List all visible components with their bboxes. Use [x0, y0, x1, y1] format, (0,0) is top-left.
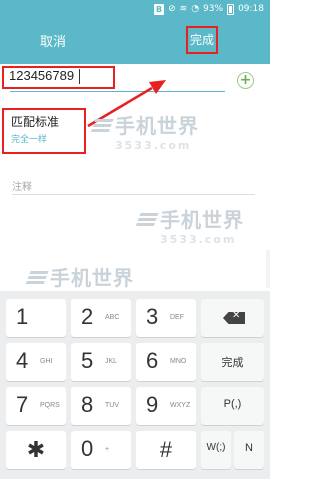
key-8[interactable]: 8 TUV — [71, 387, 131, 425]
battery-percent: 93% — [203, 4, 224, 14]
number-input[interactable]: 123456789 — [9, 68, 74, 83]
wait-key[interactable]: W(;) — [201, 431, 231, 469]
done-button[interactable]: 完成 — [186, 26, 218, 54]
key-3[interactable]: 3 DEF — [136, 299, 196, 337]
battery-icon — [227, 3, 235, 15]
next-key[interactable]: N — [234, 431, 264, 469]
key-9[interactable]: 9 WXYZ — [136, 387, 196, 425]
pause-key[interactable]: P(,) — [201, 387, 264, 425]
number-input-underline — [10, 91, 225, 92]
text-caret — [79, 69, 80, 84]
watermark-logo-icon — [25, 271, 49, 285]
key-7[interactable]: 7 PQRS — [6, 387, 66, 425]
key-6[interactable]: 6 MNO — [136, 343, 196, 381]
watermark: 手机世界 3533.com — [90, 110, 199, 152]
backspace-key[interactable]: ✕ — [201, 299, 264, 337]
watermark-logo-icon — [135, 213, 159, 227]
signal-cutoff-icon: ⊘ — [168, 4, 176, 14]
scroll-edge — [266, 250, 270, 288]
key-5[interactable]: 5 JKL — [71, 343, 131, 381]
action-bar: 取消 完成 — [0, 18, 270, 64]
watermark-logo-icon — [90, 119, 114, 133]
dial-keyboard: 1 2 ABC 3 DEF ✕ 4 GHI 5 JKL 6 MNO 完成 7 PQRS 8T… — [0, 291, 270, 479]
clock: 09:18 — [238, 4, 264, 14]
watermark: 手机世界 3533.com — [135, 204, 244, 246]
match-criteria-title[interactable]: 匹配标准 — [11, 113, 59, 130]
key-4[interactable]: 4 GHI — [6, 343, 66, 381]
wifi-icon: ≋ — [179, 4, 188, 14]
key-hash[interactable]: # — [136, 431, 196, 469]
key-1[interactable]: 1 — [6, 299, 66, 337]
key-2[interactable]: 2 ABC — [71, 299, 131, 337]
cancel-button[interactable]: 取消 — [40, 31, 66, 50]
backspace-icon: ✕ — [223, 312, 245, 324]
match-criteria-value[interactable]: 完全一样 — [11, 132, 47, 145]
note-underline — [12, 194, 255, 195]
key-star[interactable]: ✱ — [6, 431, 66, 469]
keyboard-done-key[interactable]: 完成 — [201, 343, 264, 381]
b-icon: B — [153, 3, 165, 15]
status-bar: B ⊘ ≋ ◔ 93% 09:18 — [0, 0, 270, 18]
key-0[interactable]: 0 + — [71, 431, 131, 469]
add-number-button[interactable]: + — [237, 72, 254, 89]
alarm-icon: ◔ — [191, 4, 200, 14]
note-input[interactable]: 注释 — [12, 178, 32, 193]
